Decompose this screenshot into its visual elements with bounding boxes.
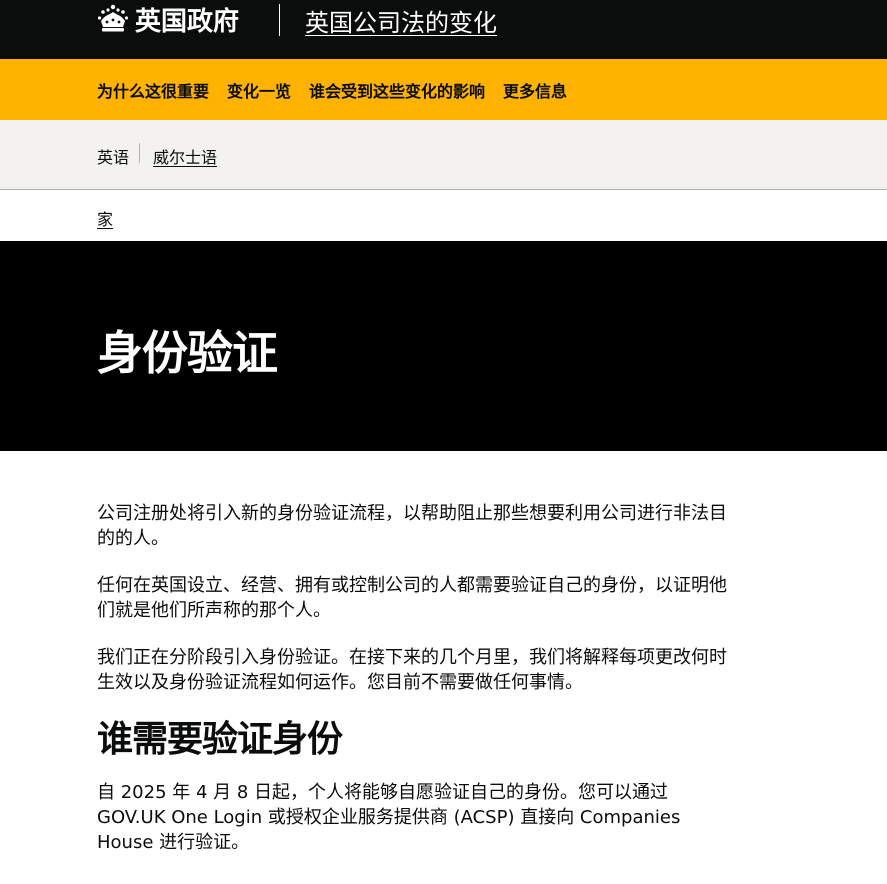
- govuk-logo-link[interactable]: 英国政府: [97, 2, 239, 36]
- header-divider: [279, 4, 280, 36]
- language-current: 英语: [97, 144, 129, 168]
- intro-paragraph-3: 我们正在分阶段引入身份验证。在接下来的几个月里，我们将解释每项更改何时生效以及身…: [97, 645, 737, 695]
- service-navigation: 为什么这很重要 变化一览 谁会受到这些变化的影响 更多信息: [0, 59, 887, 120]
- intro-paragraph-2: 任何在英国设立、经营、拥有或控制公司的人都需要验证自己的身份，以证明他们就是他们…: [97, 573, 737, 623]
- nav-item-more-info[interactable]: 更多信息: [503, 82, 567, 101]
- nav-item-who-affected[interactable]: 谁会受到这些变化的影响: [309, 82, 485, 101]
- main-content: 公司注册处将引入新的身份验证流程，以帮助阻止那些想要利用公司进行非法目的的人。 …: [97, 501, 737, 877]
- section-heading: 谁需要验证身份: [97, 720, 737, 760]
- section-paragraph: 自 2025 年 4 月 8 日起，个人将能够自愿验证自己的身份。您可以通过 G…: [97, 780, 737, 855]
- language-switcher: 英语 威尔士语: [0, 120, 887, 190]
- language-link-welsh[interactable]: 威尔士语: [153, 144, 217, 168]
- breadcrumb-home[interactable]: 家: [97, 206, 113, 230]
- header-bottom-band: [0, 50, 887, 59]
- crown-icon: [97, 4, 129, 34]
- nav-item-why-important[interactable]: 为什么这很重要: [97, 82, 209, 101]
- govuk-header: 英国政府 英国公司法的变化: [0, 0, 887, 50]
- page: 英国政府 英国公司法的变化 为什么这很重要 变化一览 谁会受到这些变化的影响 更…: [0, 0, 887, 884]
- service-name-link[interactable]: 英国公司法的变化: [305, 3, 497, 38]
- nav-item-changes-overview[interactable]: 变化一览: [227, 82, 291, 101]
- page-hero: 身份验证: [0, 241, 887, 451]
- logo-text: 英国政府: [135, 1, 239, 38]
- language-separator: [139, 143, 140, 163]
- page-title: 身份验证: [97, 317, 277, 383]
- intro-paragraph-1: 公司注册处将引入新的身份验证流程，以帮助阻止那些想要利用公司进行非法目的的人。: [97, 501, 737, 551]
